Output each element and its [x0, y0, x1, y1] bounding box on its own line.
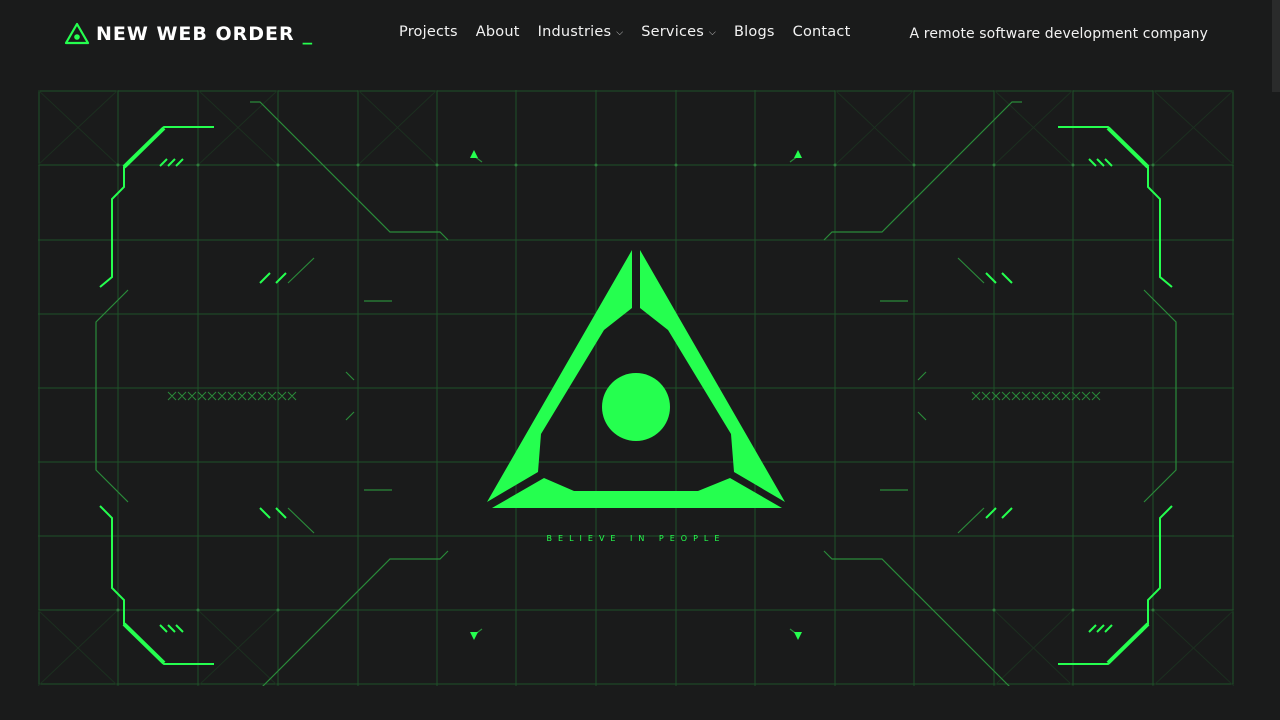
x-pattern-left [167, 391, 297, 401]
nav-projects[interactable]: Projects [399, 24, 458, 40]
right-bracket-heavy [1106, 126, 1150, 665]
hero-motto: BELIEVE IN PEOPLE [546, 534, 726, 543]
nav-contact[interactable]: Contact [793, 24, 851, 40]
triangle-eye-icon [64, 22, 90, 45]
main-nav: Projects About Industries ⌵ Services ⌵ B… [399, 24, 868, 40]
nav-blogs[interactable]: Blogs [734, 24, 775, 40]
nav-blogs-label: Blogs [734, 24, 775, 40]
left-bracket-heavy [122, 126, 166, 665]
nav-services-label: Services [641, 24, 704, 40]
nav-about-label: About [475, 24, 520, 40]
triangle-eye-icon [487, 250, 785, 508]
nav-industries-label: Industries [537, 24, 612, 40]
hud-frame-graphic [38, 90, 1234, 686]
chevron-down-icon: ⌵ [709, 28, 717, 38]
logo-text: NEW WEB ORDER [96, 23, 295, 45]
scrollbar[interactable] [1272, 0, 1280, 92]
logo-cursor: _ [302, 23, 313, 45]
nav-services[interactable]: Services ⌵ [641, 24, 716, 40]
top-navigation-bar: NEW WEB ORDER _ Projects About Industrie… [0, 0, 1280, 72]
logo-link[interactable]: NEW WEB ORDER _ [64, 22, 312, 46]
nav-contact-label: Contact [792, 24, 851, 40]
page: NEW WEB ORDER _ Projects About Industrie… [0, 0, 1280, 720]
nav-projects-label: Projects [399, 24, 458, 40]
nav-about[interactable]: About [476, 24, 520, 40]
left-bracket [99, 126, 214, 665]
company-tagline: A remote software development company [909, 26, 1208, 42]
hero-section: BELIEVE IN PEOPLE [38, 90, 1234, 686]
x-pattern-right [971, 391, 1101, 401]
chevron-down-icon: ⌵ [616, 28, 624, 38]
nav-industries[interactable]: Industries ⌵ [538, 24, 624, 40]
